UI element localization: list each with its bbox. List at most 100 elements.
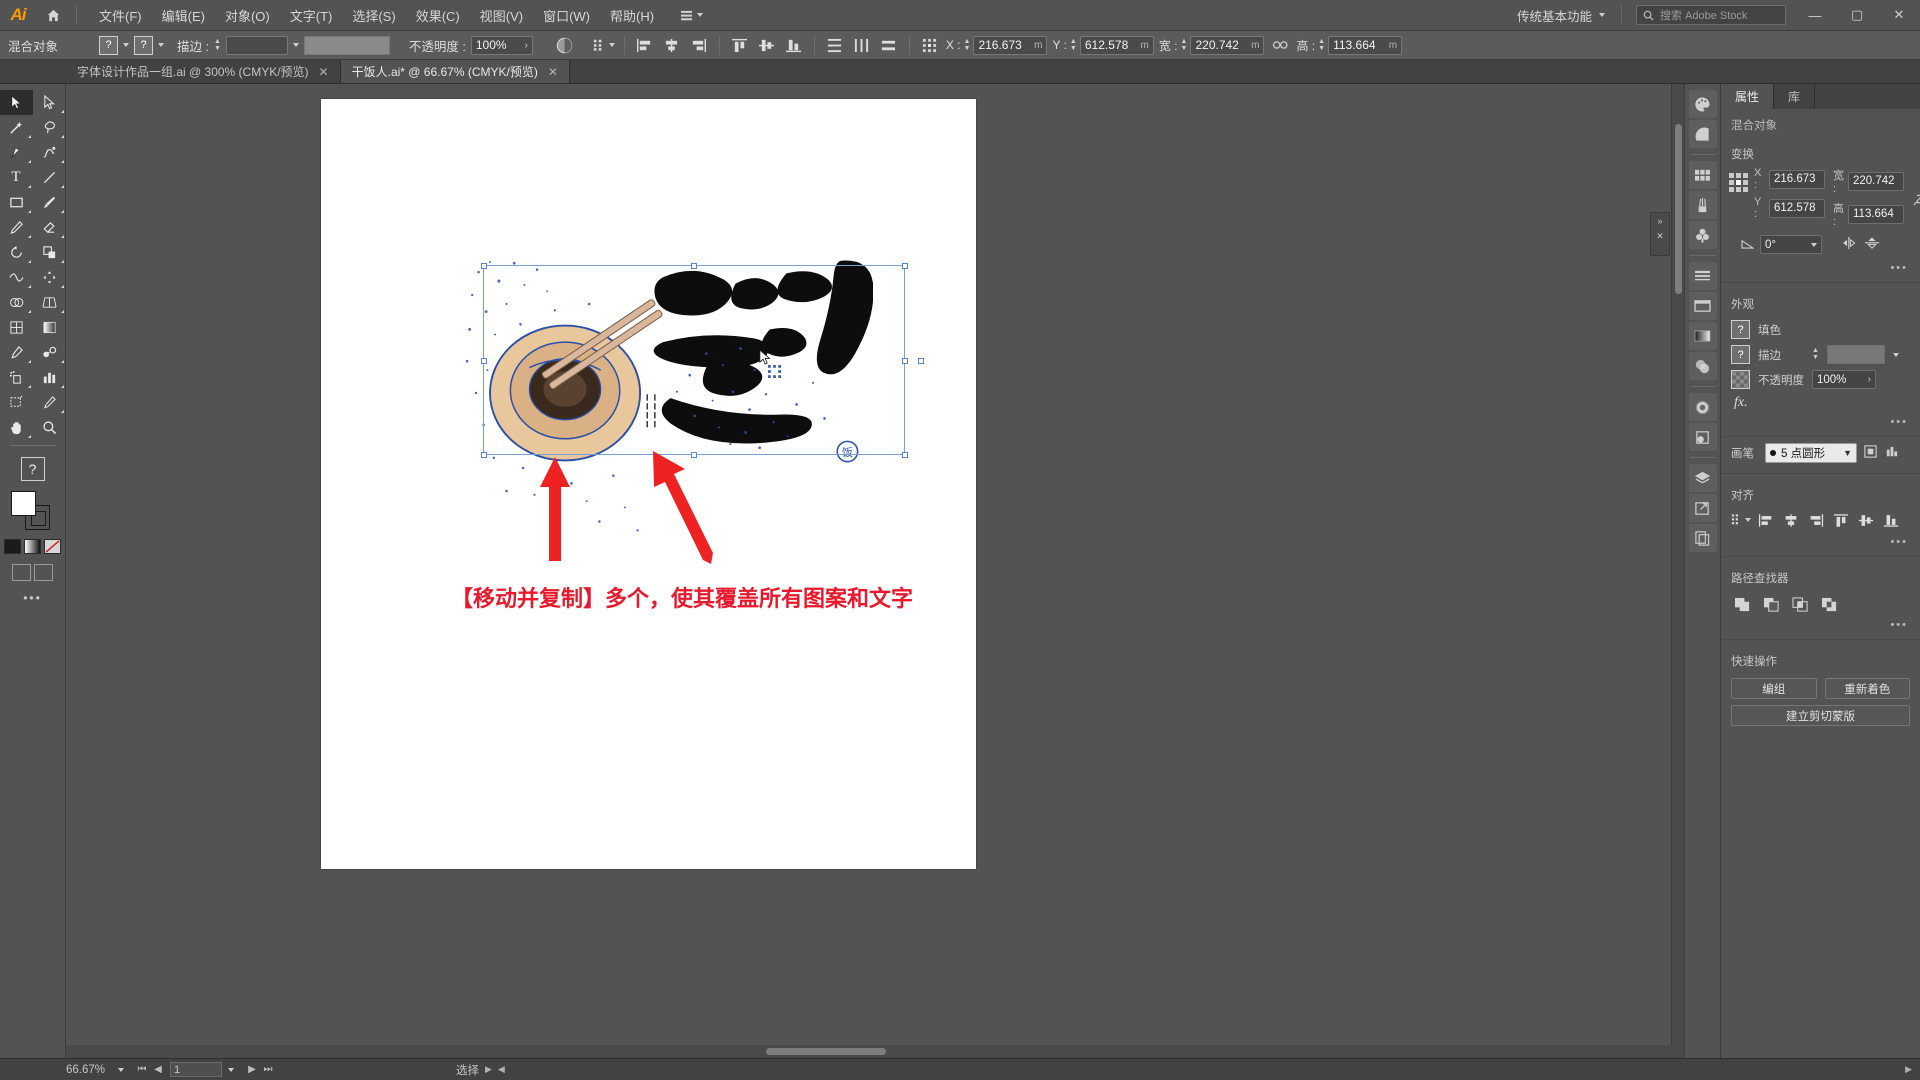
column-graph-tool[interactable]	[33, 365, 66, 390]
width-stepper[interactable]: ▲ ▼	[1181, 38, 1188, 52]
height-stepper[interactable]: ▲ ▼	[1318, 38, 1325, 52]
chevron-down-icon[interactable]	[1745, 518, 1751, 522]
x-input[interactable]: 216.673 m	[973, 35, 1048, 55]
menu-select[interactable]: 选择(S)	[342, 1, 405, 30]
align-bottom-icon[interactable]	[1881, 510, 1901, 530]
transform-x-input[interactable]: 216.673	[1769, 169, 1825, 189]
help-icon[interactable]: ?	[20, 457, 45, 481]
handle-middle-right[interactable]	[901, 358, 908, 364]
scale-tool[interactable]	[33, 240, 66, 265]
stroke-swatch-button[interactable]: ?	[134, 35, 153, 55]
pathfinder-intersect-icon[interactable]	[1791, 595, 1811, 615]
current-tool-status[interactable]: 选择 ▶ ◀	[456, 1062, 505, 1078]
shaper-tool[interactable]	[0, 215, 33, 240]
transform-reference-icon[interactable]	[919, 34, 941, 56]
handle-bottom-right[interactable]	[901, 451, 908, 458]
recolor-button[interactable]: 重新着色	[1824, 678, 1910, 699]
chevron-right-icon[interactable]: ▶	[485, 1064, 492, 1075]
canvas-vertical-scrollbar[interactable]	[1671, 84, 1684, 1058]
chevron-down-icon[interactable]	[1892, 352, 1899, 357]
align-left-icon[interactable]	[634, 34, 656, 56]
tab-properties[interactable]: 属性	[1721, 84, 1775, 109]
perspective-grid-tool[interactable]	[33, 290, 66, 315]
distribute-3-icon[interactable]	[878, 34, 900, 56]
distribute-2-icon[interactable]	[851, 34, 873, 56]
type-tool[interactable]: T	[0, 165, 33, 190]
floating-panel-tab[interactable]: » ✕	[1650, 212, 1670, 256]
symbols-icon[interactable]	[1688, 221, 1717, 249]
fill-swatch-button[interactable]: ?	[99, 35, 118, 55]
symbol-sprayer-tool[interactable]	[0, 365, 33, 390]
menu-effect[interactable]: 效果(C)	[406, 1, 470, 30]
chevron-down-icon[interactable]: ▼	[1843, 448, 1852, 458]
zoom-tool[interactable]	[33, 415, 66, 440]
gradient-tool[interactable]	[33, 315, 66, 340]
chevron-down-icon[interactable]	[123, 43, 129, 47]
menu-type[interactable]: 文字(T)	[280, 1, 343, 30]
stroke-weight-input[interactable]	[225, 35, 288, 55]
align-options-icon[interactable]	[593, 34, 615, 56]
stroke-profile-select[interactable]	[303, 35, 390, 55]
workspace-switcher[interactable]: 传统基本功能	[1507, 6, 1615, 25]
direct-selection-tool[interactable]	[33, 90, 66, 115]
menu-edit[interactable]: 编辑(E)	[152, 1, 215, 30]
handle-top-center[interactable]	[691, 262, 697, 269]
graphic-styles-icon[interactable]	[1688, 423, 1717, 451]
unlink-icon[interactable]	[1912, 191, 1920, 210]
mesh-tool[interactable]	[0, 315, 33, 340]
next-artboard-button[interactable]: ▶	[244, 1062, 260, 1078]
scroll-right-icon[interactable]: ▶	[1905, 1064, 1912, 1075]
handle-top-right[interactable]	[901, 262, 908, 269]
appearance-stroke-swatch[interactable]: ?	[1731, 345, 1750, 364]
rotation-angle-input[interactable]: 0°	[1760, 235, 1822, 254]
chevron-right-icon[interactable]: ›	[1868, 374, 1871, 385]
shape-builder-tool[interactable]	[0, 290, 33, 315]
transform-y-input[interactable]: 612.578	[1769, 198, 1825, 218]
menu-view[interactable]: 视图(V)	[470, 1, 533, 30]
layers-icon[interactable]	[1688, 464, 1717, 492]
pathfinder-more-options-icon[interactable]: •••	[1721, 617, 1920, 635]
transform-w-input[interactable]: 220.742	[1848, 171, 1904, 191]
first-artboard-button[interactable]: ⏮	[134, 1062, 150, 1078]
drawing-mode-normal-button[interactable]	[12, 564, 31, 581]
align-center-vertical-icon[interactable]	[756, 34, 778, 56]
home-icon[interactable]	[36, 0, 70, 31]
selection-bounding-box[interactable]	[480, 262, 908, 458]
pathfinder-exclude-icon[interactable]	[1820, 595, 1840, 615]
menu-overflow-button[interactable]	[674, 5, 709, 26]
menu-window[interactable]: 窗口(W)	[533, 1, 600, 30]
handle-bottom-left[interactable]	[480, 451, 487, 458]
collapse-icon[interactable]: »	[1657, 216, 1662, 226]
document-tab-1[interactable]: 字体设计作品一组.ai @ 300% (CMYK/预览) ✕	[66, 60, 341, 83]
appearance-more-options-icon[interactable]: •••	[1721, 414, 1920, 432]
stock-search-input[interactable]: 搜索 Adobe Stock	[1636, 5, 1786, 25]
canvas-area[interactable]: 饭 【移动并复制】多个，使其覆盖所有图案和文字 » ✕	[66, 84, 1684, 1058]
transparency-icon[interactable]	[1688, 352, 1717, 380]
previous-artboard-button[interactable]: ◀	[150, 1062, 166, 1078]
zoom-level-display[interactable]: 66.67%	[66, 1064, 114, 1076]
distribute-icon[interactable]	[824, 34, 846, 56]
menu-help[interactable]: 帮助(H)	[600, 1, 664, 30]
color-swatch-button[interactable]	[4, 539, 21, 554]
gradient-swatch-button[interactable]	[24, 539, 41, 554]
brush-libraries-icon[interactable]	[1863, 444, 1878, 462]
artboard[interactable]: 饭 【移动并复制】多个，使其覆盖所有图案和文字	[321, 99, 976, 869]
brushes-icon[interactable]	[1688, 191, 1717, 219]
free-transform-tool[interactable]	[33, 265, 66, 290]
opacity-preview-swatch[interactable]	[1731, 370, 1750, 389]
appearance-icon[interactable]	[1688, 393, 1717, 421]
artboard-number-input[interactable]: 1	[170, 1062, 222, 1077]
pen-tool[interactable]	[0, 140, 33, 165]
fill-stroke-control[interactable]	[10, 491, 55, 531]
handle-extended-right[interactable]	[918, 358, 924, 364]
fx-icon[interactable]: fx.	[1731, 395, 1748, 411]
align-right-icon[interactable]	[1806, 510, 1826, 530]
artboard-tool[interactable]	[0, 390, 33, 415]
align-left-icon[interactable]	[1756, 510, 1776, 530]
recolor-artwork-icon[interactable]	[554, 34, 576, 56]
lasso-tool[interactable]	[33, 115, 66, 140]
chevron-down-icon[interactable]	[292, 43, 299, 47]
canvas-horizontal-scrollbar[interactable]	[66, 1045, 1684, 1058]
align-top-icon[interactable]	[729, 34, 751, 56]
close-icon[interactable]: ✕	[548, 65, 558, 79]
